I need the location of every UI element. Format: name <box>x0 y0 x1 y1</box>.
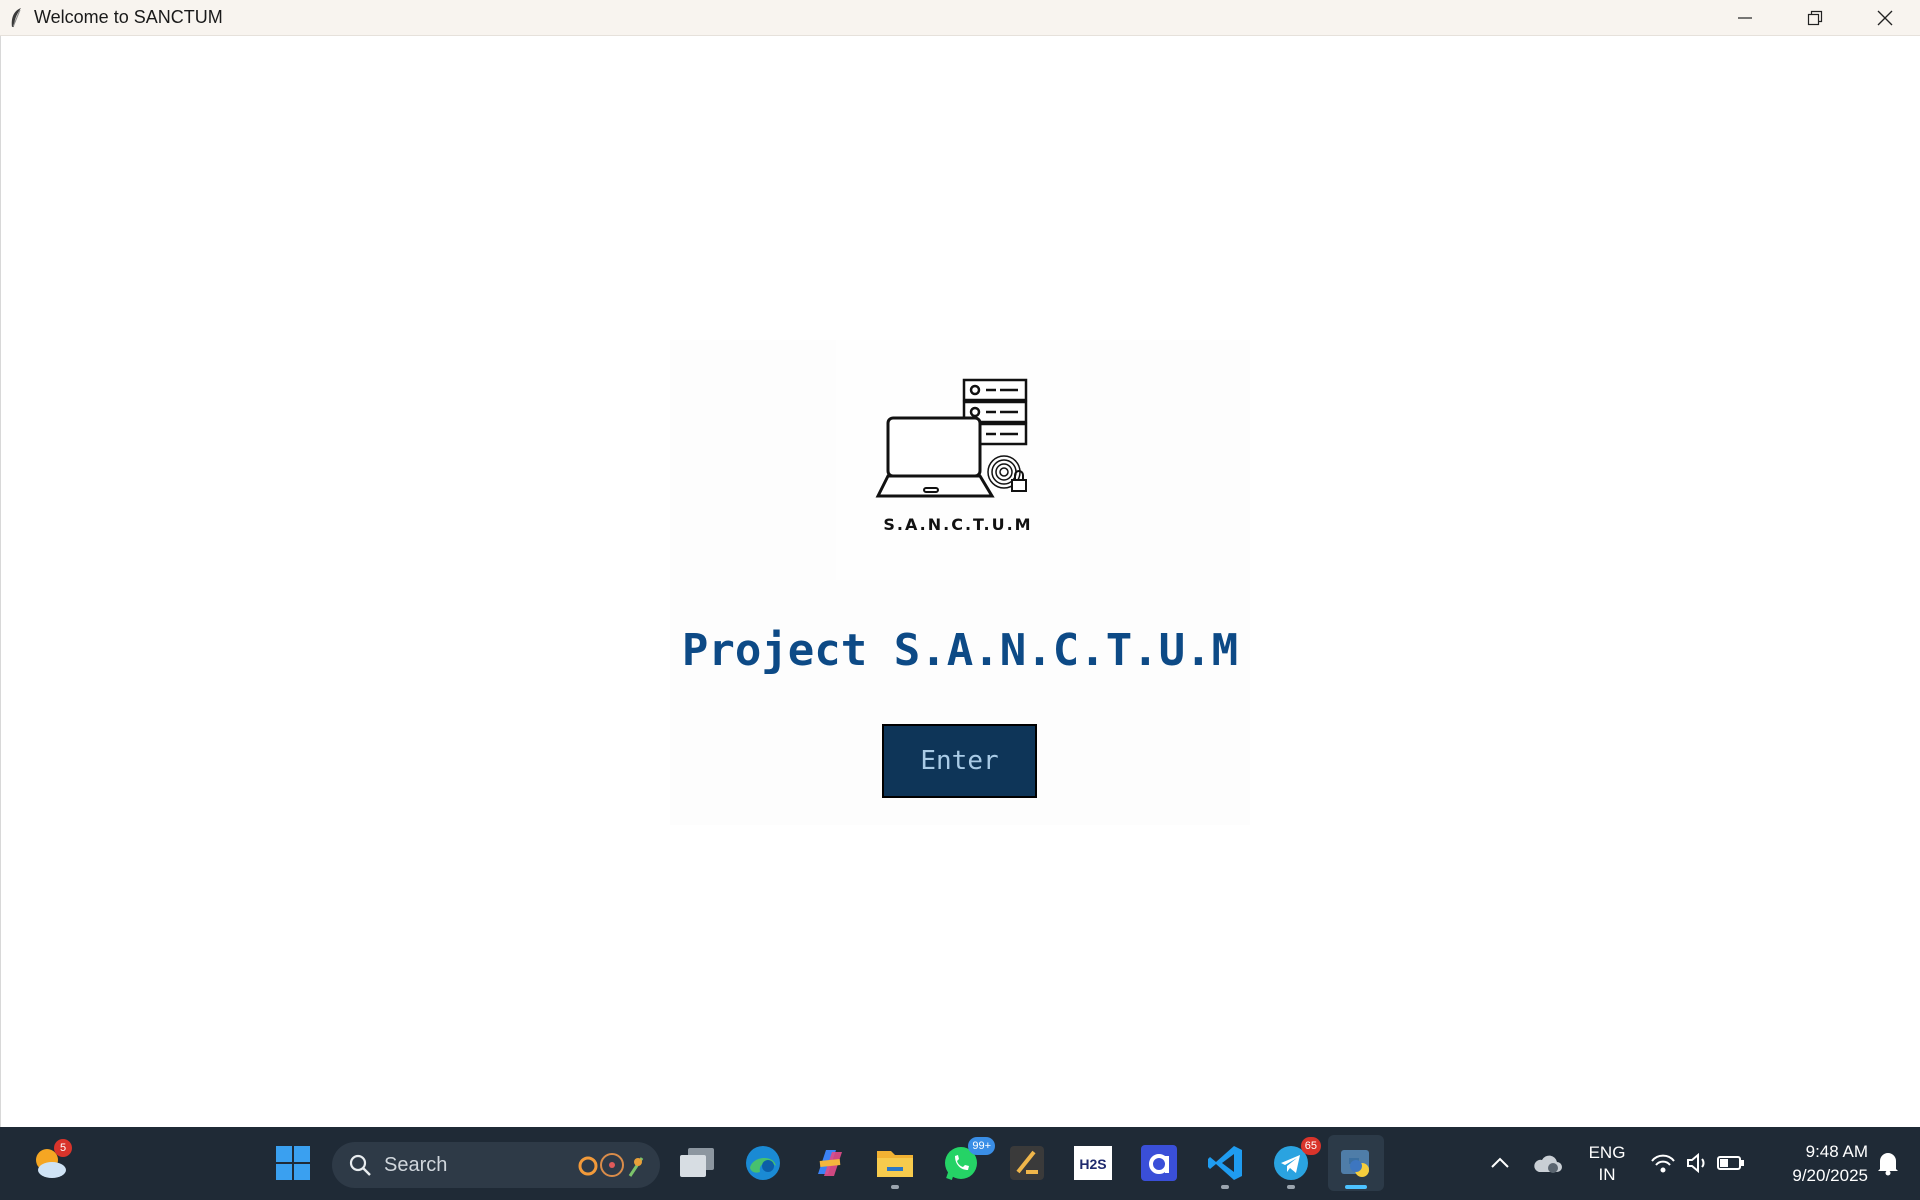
chevron-up-icon <box>1491 1157 1509 1168</box>
taskbar-search[interactable]: Search <box>332 1142 660 1188</box>
weather-widget[interactable]: 5 <box>22 1135 78 1191</box>
clock-time: 9:48 AM <box>1805 1141 1868 1161</box>
python-icon <box>1341 1150 1369 1177</box>
enter-button[interactable]: Enter <box>882 724 1037 798</box>
edge-icon <box>746 1146 780 1180</box>
clock-date: 9/20/2025 <box>1792 1165 1868 1185</box>
start-button[interactable] <box>265 1135 321 1191</box>
notifications-button[interactable] <box>1864 1135 1912 1191</box>
close-button[interactable] <box>1850 0 1920 36</box>
quick-settings-button[interactable] <box>1644 1135 1752 1191</box>
app-a-icon <box>1141 1145 1177 1181</box>
laptop-server-fingerprint-icon <box>875 378 1028 498</box>
file-explorer-icon <box>877 1151 913 1177</box>
copilot-icon <box>818 1150 842 1176</box>
language-region: IN <box>1598 1164 1616 1184</box>
restore-icon <box>1807 10 1823 26</box>
whatsapp-button[interactable]: 99+ <box>933 1135 995 1191</box>
whatsapp-badge: 99+ <box>968 1137 995 1155</box>
close-icon <box>1877 10 1893 26</box>
running-indicator <box>891 1185 899 1189</box>
onedrive-cloud-icon <box>1534 1155 1562 1173</box>
h2s-icon: H2S <box>1074 1146 1112 1180</box>
running-indicator <box>1221 1185 1229 1189</box>
feather-icon <box>6 6 26 30</box>
sanctum-logo <box>836 340 1080 580</box>
search-icon <box>349 1154 371 1176</box>
app-button[interactable] <box>999 1135 1055 1191</box>
onedrive-button[interactable] <box>1520 1135 1576 1191</box>
running-indicator <box>1287 1185 1295 1189</box>
vscode-button[interactable] <box>1197 1135 1253 1191</box>
running-indicator <box>1345 1185 1367 1189</box>
search-placeholder: Search <box>384 1153 448 1176</box>
task-view-icon <box>680 1148 714 1177</box>
edge-button[interactable] <box>735 1135 791 1191</box>
language-code: ENG <box>1588 1142 1626 1162</box>
telegram-badge: 65 <box>1300 1137 1321 1155</box>
task-view-button[interactable] <box>669 1135 725 1191</box>
notification-bell-icon <box>1878 1153 1898 1176</box>
input-language-indicator[interactable]: ENG IN <box>1580 1127 1634 1200</box>
clock[interactable]: 9:48 AM 9/20/2025 <box>1762 1127 1868 1200</box>
svg-text:H2S: H2S <box>1079 1156 1106 1172</box>
restore-button[interactable] <box>1780 0 1850 36</box>
minimize-button[interactable] <box>1710 0 1780 36</box>
windows-start-icon <box>276 1146 310 1180</box>
h2s-button[interactable]: H2S <box>1065 1135 1121 1191</box>
app-a-button[interactable] <box>1131 1135 1187 1191</box>
minimize-icon <box>1738 17 1752 19</box>
copilot-button[interactable] <box>801 1135 857 1191</box>
logo-caption: S.A.N.C.T.U.M <box>883 515 1033 534</box>
telegram-button[interactable]: 65 <box>1263 1135 1321 1191</box>
file-explorer-button[interactable] <box>867 1135 923 1191</box>
app-icon <box>1010 1146 1044 1180</box>
network-volume-battery-icons <box>1651 1152 1744 1174</box>
search-highlight-icon <box>578 1153 644 1177</box>
window-titlebar: Welcome to SANCTUM <box>0 0 1920 36</box>
page-title: Project S.A.N.C.T.U.M <box>681 625 1239 676</box>
python-button[interactable] <box>1328 1135 1384 1191</box>
window-controls <box>1710 0 1920 36</box>
weather-badge: 5 <box>54 1139 72 1157</box>
vscode-icon <box>1208 1146 1242 1180</box>
window-title: Welcome to SANCTUM <box>34 7 223 27</box>
